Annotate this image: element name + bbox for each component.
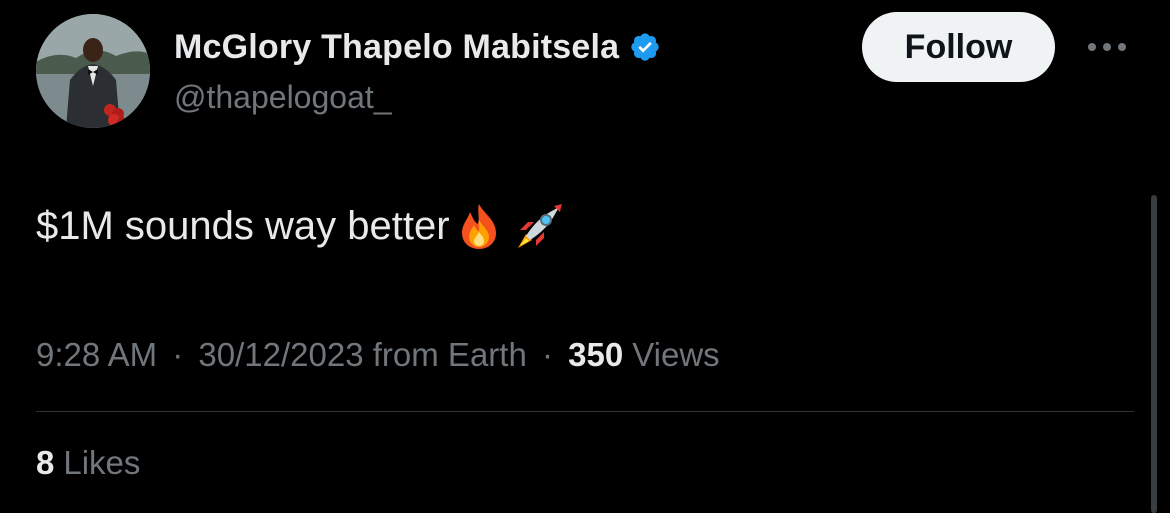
avatar-photo — [36, 14, 150, 128]
avatar[interactable] — [36, 14, 150, 128]
tweet-source: from Earth — [372, 336, 527, 373]
rocket-emoji-icon — [514, 200, 566, 252]
views-count[interactable]: 350 — [568, 336, 623, 373]
verified-badge-icon[interactable] — [629, 31, 661, 63]
scrollbar[interactable] — [1151, 195, 1157, 513]
likes-count: 8 — [36, 444, 55, 481]
more-options-button[interactable] — [1082, 32, 1132, 62]
tweet-text-content: $1M sounds way better — [36, 203, 450, 248]
more-horizontal-icon — [1088, 43, 1126, 51]
author-display-name[interactable]: McGlory Thapelo Mabitsela — [174, 28, 619, 67]
follow-button[interactable]: Follow — [862, 12, 1055, 82]
meta-separator: · — [172, 336, 184, 373]
tweet-date[interactable]: 30/12/2023 — [198, 336, 363, 373]
likes-label: Likes — [63, 444, 141, 481]
divider — [36, 411, 1134, 412]
tweet-text: $1M sounds way better — [36, 198, 566, 254]
tweet-time[interactable]: 9:28 AM — [36, 336, 157, 373]
author-name-row: McGlory Thapelo Mabitsela — [174, 24, 661, 70]
views-label[interactable]: Views — [632, 336, 719, 373]
likes-summary[interactable]: 8 Likes — [36, 444, 140, 482]
tweet-meta: 9:28 AM · 30/12/2023 from Earth · 350 Vie… — [36, 336, 720, 374]
meta-separator-views: · — [541, 336, 553, 373]
fire-emoji-icon — [456, 202, 502, 250]
author-handle[interactable]: @thapelogoat_ — [174, 79, 392, 116]
